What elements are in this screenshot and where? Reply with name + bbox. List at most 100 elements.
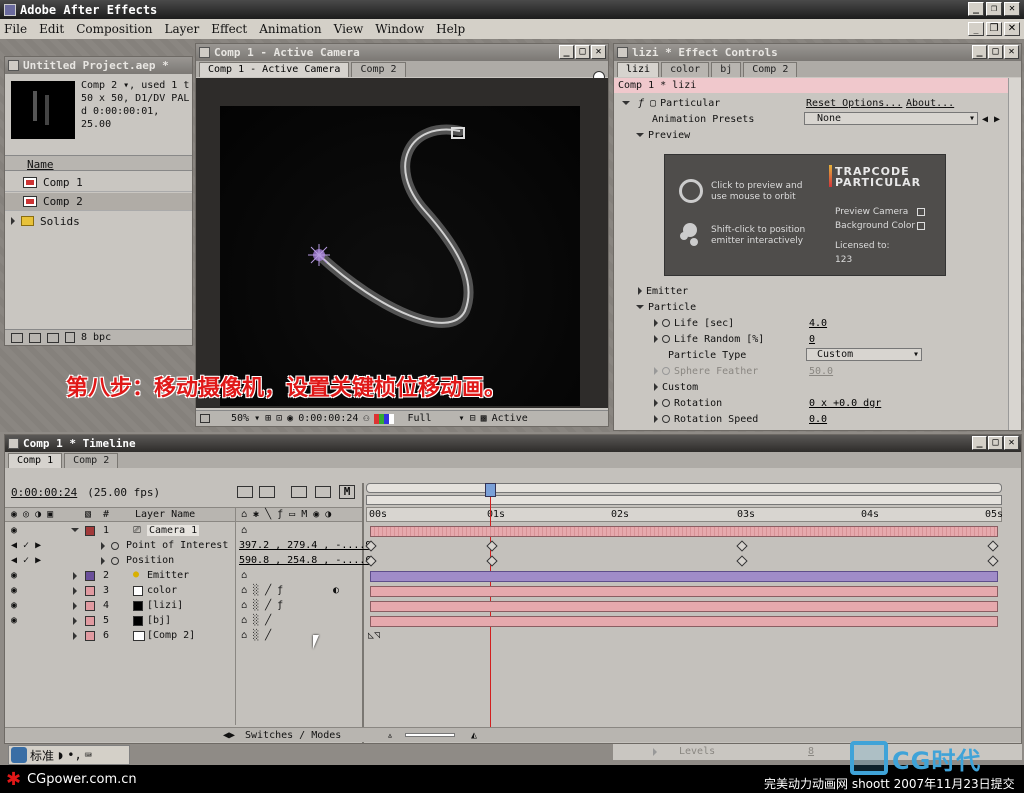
keyframe-nav-icon[interactable]: ◀ ✓ ▶ (11, 540, 41, 551)
label-color-swatch[interactable] (85, 631, 95, 641)
layer-name[interactable]: Camera 1 (147, 525, 200, 536)
label-color-swatch[interactable] (85, 571, 95, 581)
prev-preset-icon[interactable]: ◀ (982, 114, 988, 125)
eye-icon[interactable]: ◉ (11, 600, 17, 611)
panel-minimize-button[interactable]: _ (559, 45, 574, 59)
anim-presets-dropdown[interactable]: None ▾ (804, 112, 978, 125)
stopwatch-icon[interactable] (111, 557, 119, 565)
name-column-header[interactable]: Name (27, 158, 54, 171)
menu-view[interactable]: View (334, 22, 364, 36)
tab-comp1-camera[interactable]: Comp 1 - Active Camera (199, 62, 350, 77)
menu-edit[interactable]: Edit (39, 22, 64, 36)
resolution-dropdown[interactable]: Full (407, 413, 431, 424)
draft-3d-icon[interactable] (291, 486, 307, 498)
expand-arrow-icon[interactable] (653, 748, 657, 756)
new-comp-icon[interactable] (47, 332, 59, 343)
prop-custom-row[interactable]: Custom (614, 380, 1008, 394)
emitter-group[interactable]: Emitter (614, 284, 1008, 298)
roi-icon[interactable]: ⊟ (470, 413, 476, 424)
panel-close-button[interactable]: ✕ (1004, 436, 1019, 450)
eye-icon[interactable]: ◉ (11, 525, 17, 536)
keyframe-diamond[interactable] (987, 555, 999, 567)
live-update-icon[interactable] (259, 486, 275, 498)
shy-switch-icon[interactable]: ⌂ (241, 570, 247, 581)
expand-arrow-icon[interactable] (73, 602, 77, 610)
preview-group[interactable]: Preview (614, 128, 1008, 142)
expand-arrow-icon[interactable] (73, 587, 77, 595)
channel-colors-icon[interactable] (374, 413, 395, 424)
camera-snapshot-icon[interactable]: ◉ (287, 413, 293, 424)
frame-blending-icon[interactable] (315, 486, 331, 498)
layer-name-column-header[interactable]: Layer Name (135, 509, 195, 520)
menu-window[interactable]: Window (375, 22, 424, 36)
keyframe-diamond[interactable] (736, 540, 748, 552)
collapse-arrow-icon[interactable] (622, 101, 630, 105)
chevron-down-icon[interactable]: ▾ (459, 413, 465, 424)
comp-timecode[interactable]: 0:00:00:24 (298, 413, 358, 424)
layer-row-emitter[interactable]: ◉ 2 ● Emitter ⌂ (5, 569, 1021, 584)
tab-comp2[interactable]: Comp 2 (351, 62, 406, 77)
ime-logo-icon[interactable] (11, 747, 27, 763)
layer-name[interactable]: Emitter (147, 570, 189, 581)
motion-blur-icon[interactable]: M (339, 485, 355, 499)
layer-switches-icons[interactable]: ⌂ ░ ╱ (241, 615, 271, 626)
doc-minimize-button[interactable]: _ (968, 22, 984, 36)
time-ruler[interactable]: 00s 01s 02s 03s 04s 05s (366, 507, 1003, 522)
expand-arrow-icon[interactable] (654, 399, 658, 407)
reset-options-link[interactable]: Reset Options... (806, 98, 902, 109)
transparency-grid-icon[interactable]: ▩ (481, 413, 487, 424)
show-snapshot-icon[interactable]: ⚇ (363, 413, 369, 424)
zoom-out-icon[interactable]: ▵ (387, 730, 393, 741)
expand-arrow-icon[interactable] (654, 383, 658, 391)
stopwatch-icon[interactable] (662, 367, 670, 375)
prop-sphere-feather-value[interactable]: 50.0 (809, 366, 833, 377)
particular-preview-box[interactable]: Click to preview and use mouse to orbit … (664, 154, 946, 276)
comp-marker-icon[interactable] (237, 486, 253, 498)
zoom-slider[interactable] (405, 733, 455, 737)
layer-bar-camera[interactable] (370, 526, 998, 537)
panel-close-button[interactable]: ✕ (591, 45, 606, 59)
view-dropdown[interactable]: Active (492, 413, 528, 424)
eye-icon[interactable]: ◉ (11, 615, 17, 626)
layer-name[interactable]: [lizi] (147, 600, 183, 611)
prop-row-position[interactable]: ◀ ✓ ▶ Position 590.8 , 254.8 , -....6 (5, 554, 1021, 569)
particle-group[interactable]: Particle (614, 300, 1008, 314)
panel-minimize-button[interactable]: _ (972, 45, 987, 59)
layer-row-lizi[interactable]: ◉ 4 [lizi] ⌂ ░ ╱ ƒ (5, 599, 1021, 614)
zoom-in-icon[interactable]: ◭ (471, 730, 477, 741)
panel-maximize-button[interactable]: □ (988, 436, 1003, 450)
collapse-arrow-icon[interactable] (636, 133, 644, 137)
layer-row-comp2[interactable]: 6 [Comp 2] ⌂ ░ ╱ ◺◹ (5, 629, 1021, 644)
expand-panel-icon[interactable]: ◀▶ (223, 730, 235, 741)
cti-handle-icon[interactable] (485, 483, 496, 497)
background-color-checkbox[interactable] (917, 222, 925, 230)
bpc-button[interactable]: 8 bpc (81, 332, 111, 343)
layer-bar-lizi[interactable] (370, 601, 998, 612)
region-icon[interactable]: ⊡ (276, 413, 282, 424)
levels-value[interactable]: 8 (808, 746, 814, 757)
always-preview-icon[interactable] (200, 414, 210, 423)
keyframe-diamond[interactable] (486, 555, 498, 567)
collapse-arrow-icon[interactable] (636, 305, 644, 309)
keyframe-nav-icon[interactable]: ◀ ✓ ▶ (11, 555, 41, 566)
expand-arrow-icon[interactable] (11, 217, 15, 225)
project-item-solids[interactable]: Solids (5, 212, 192, 230)
expand-arrow-icon[interactable] (73, 617, 77, 625)
switches-modes-toggle[interactable]: Switches / Modes (245, 730, 341, 741)
label-color-swatch[interactable] (85, 586, 95, 596)
menu-composition[interactable]: Composition (76, 22, 152, 36)
interpret-footage-icon[interactable] (11, 332, 23, 343)
shy-switch-icon[interactable]: ⌂ (241, 525, 247, 536)
tab-color[interactable]: color (661, 62, 710, 77)
keyframe-diamond[interactable] (736, 555, 748, 567)
layer-switches-icons[interactable]: ⌂ ░ ╱ ƒ (241, 600, 283, 611)
panel-maximize-button[interactable]: □ (575, 45, 590, 59)
prop-rotation-speed-value[interactable]: 0.0 (809, 414, 827, 425)
expand-arrow-icon[interactable] (654, 415, 658, 423)
layer-row-color[interactable]: ◉ 3 color ⌂ ░ ╱ ƒ ◐ (5, 584, 1021, 599)
label-color-swatch[interactable] (85, 616, 95, 626)
layer-bar-emitter[interactable] (370, 571, 998, 582)
zoom-dropdown[interactable]: 50% (231, 413, 249, 424)
stopwatch-icon[interactable] (662, 319, 670, 327)
label-color-swatch[interactable] (85, 601, 95, 611)
